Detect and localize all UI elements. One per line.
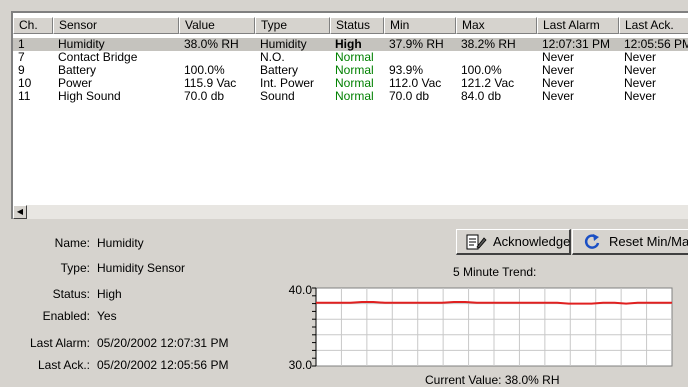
cell-max: 121.2 Vac	[461, 77, 515, 90]
col-header-last-ack[interactable]: Last Ack.	[619, 17, 688, 34]
cell-sensor: Battery	[58, 64, 97, 77]
acknowledge-icon	[465, 233, 487, 251]
cell-type: Battery	[260, 64, 299, 77]
cell-channel: 7	[18, 51, 25, 64]
cell-sensor: Power	[58, 77, 93, 90]
cell-value: 100.0%	[184, 64, 225, 77]
cell-max: 38.2% RH	[461, 38, 516, 51]
cell-last-ack: Never	[624, 51, 657, 64]
cell-status: High	[335, 38, 362, 51]
table-row[interactable]: 7 Contact Bridge N.O. Normal Never Never	[13, 51, 688, 64]
table-header: Ch. Sensor Value Type Status Min Max Las…	[13, 17, 688, 34]
reset-min-max-button[interactable]: Reset Min/Max	[572, 229, 688, 255]
type-value: Humidity Sensor	[97, 261, 186, 275]
cell-type: Sound	[260, 90, 295, 103]
y-max-label: 40.0	[288, 283, 312, 297]
acknowledge-button-label: Acknowledge	[493, 234, 571, 249]
cell-value: 115.9 Vac	[184, 77, 237, 90]
table-row[interactable]: 1 Humidity 38.0% RH Humidity High 37.9% …	[13, 38, 688, 51]
last-ack-label: Last Ack.:	[37, 358, 90, 372]
cell-last-ack: Never	[624, 64, 657, 77]
scroll-left-button[interactable]: ◀	[13, 205, 27, 219]
col-header-status[interactable]: Status	[330, 17, 384, 34]
col-header-value[interactable]: Value	[179, 17, 255, 34]
sensor-list[interactable]: Ch. Sensor Value Type Status Min Max Las…	[11, 11, 688, 219]
col-header-min[interactable]: Min	[384, 17, 456, 34]
table-row[interactable]: 9 Battery 100.0% Battery Normal 93.9% 10…	[13, 64, 688, 77]
cell-min: 70.0 db	[389, 90, 430, 103]
reset-min-max-button-label: Reset Min/Max	[609, 234, 688, 249]
col-header-max[interactable]: Max	[456, 17, 537, 34]
status-label: Status:	[52, 287, 90, 301]
cell-max: 100.0%	[461, 64, 502, 77]
cell-value: 70.0 db	[184, 90, 225, 103]
cell-status: Normal	[335, 90, 374, 103]
cell-last-alarm: Never	[542, 51, 575, 64]
trend-title: 5 Minute Trend:	[453, 265, 537, 279]
y-min-label: 30.0	[288, 358, 312, 372]
cell-min: 93.9%	[389, 64, 424, 77]
name-value: Humidity	[97, 236, 144, 250]
cell-last-alarm: Never	[542, 77, 575, 90]
cell-last-alarm: 12:07:31 PM	[542, 38, 611, 51]
cell-channel: 11	[18, 90, 31, 103]
cell-min: 37.9% RH	[389, 38, 444, 51]
cell-status: Normal	[335, 51, 374, 64]
horizontal-scrollbar[interactable]: ◀ ▶	[13, 205, 688, 219]
table-row[interactable]: 11 High Sound 70.0 db Sound Normal 70.0 …	[13, 90, 688, 103]
status-value: High	[97, 287, 122, 301]
cell-last-ack: 12:05:56 PM	[624, 38, 688, 51]
cell-channel: 1	[18, 38, 25, 51]
name-label: Name:	[54, 236, 90, 250]
current-value: Current Value: 38.0% RH	[425, 373, 560, 387]
cell-status: Normal	[335, 64, 374, 77]
cell-sensor: Contact Bridge	[58, 51, 138, 64]
last-ack-value: 05/20/2002 12:05:56 PM	[97, 358, 229, 372]
cell-last-alarm: Never	[542, 90, 575, 103]
cell-type: Int. Power	[260, 77, 315, 90]
cell-min: 112.0 Vac	[389, 77, 442, 90]
cell-value: 38.0% RH	[184, 38, 239, 51]
cell-last-alarm: Never	[542, 64, 575, 77]
table-row[interactable]: 10 Power 115.9 Vac Int. Power Normal 112…	[13, 77, 688, 90]
last-alarm-label: Last Alarm:	[29, 336, 90, 350]
cell-sensor: Humidity	[58, 38, 105, 51]
acknowledge-button[interactable]: Acknowledge	[456, 229, 571, 255]
trend-chart	[312, 287, 673, 367]
type-label: Type:	[60, 261, 90, 275]
cell-max: 84.0 db	[461, 90, 502, 103]
cell-channel: 9	[18, 64, 25, 77]
enabled-value: Yes	[97, 309, 117, 323]
cell-last-ack: Never	[624, 77, 657, 90]
cell-status: Normal	[335, 77, 374, 90]
cell-last-ack: Never	[624, 90, 657, 103]
col-header-last-alarm[interactable]: Last Alarm	[537, 17, 619, 34]
refresh-icon	[581, 233, 603, 251]
col-header-channel[interactable]: Ch.	[13, 17, 53, 34]
enabled-label: Enabled:	[42, 309, 90, 323]
cell-channel: 10	[18, 77, 32, 90]
cell-sensor: High Sound	[58, 90, 121, 103]
cell-type: N.O.	[260, 51, 285, 64]
col-header-type[interactable]: Type	[255, 17, 330, 34]
cell-type: Humidity	[260, 38, 307, 51]
last-alarm-value: 05/20/2002 12:07:31 PM	[97, 336, 229, 350]
col-header-sensor[interactable]: Sensor	[53, 17, 179, 34]
